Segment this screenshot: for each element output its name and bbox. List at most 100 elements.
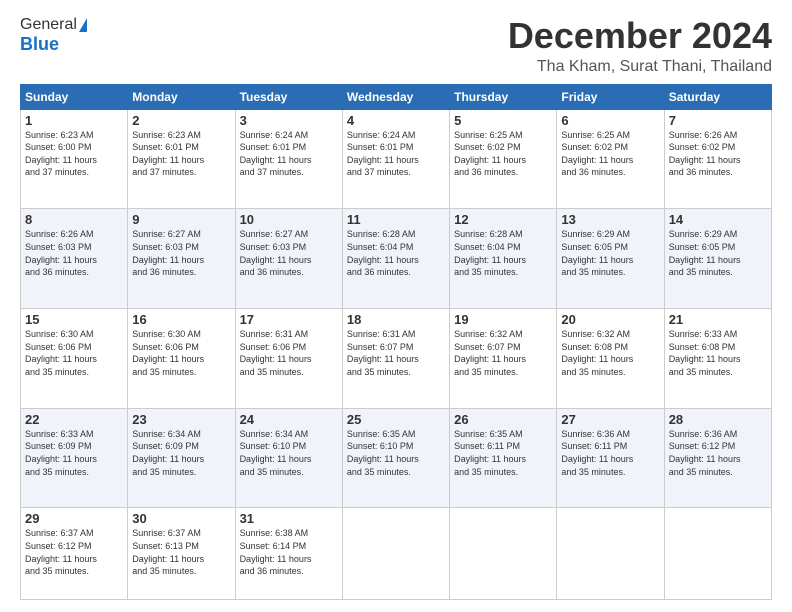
calendar-cell: 16Sunrise: 6:30 AM Sunset: 6:06 PM Dayli…: [128, 309, 235, 409]
calendar-cell: 31Sunrise: 6:38 AM Sunset: 6:14 PM Dayli…: [235, 508, 342, 600]
day-number: 14: [669, 212, 767, 227]
day-info: Sunrise: 6:34 AM Sunset: 6:09 PM Dayligh…: [132, 428, 230, 478]
day-info: Sunrise: 6:37 AM Sunset: 6:13 PM Dayligh…: [132, 527, 230, 577]
day-number: 9: [132, 212, 230, 227]
logo-blue-text: Blue: [20, 34, 59, 55]
day-info: Sunrise: 6:33 AM Sunset: 6:09 PM Dayligh…: [25, 428, 123, 478]
day-info: Sunrise: 6:23 AM Sunset: 6:00 PM Dayligh…: [25, 129, 123, 179]
day-number: 5: [454, 113, 552, 128]
day-info: Sunrise: 6:37 AM Sunset: 6:12 PM Dayligh…: [25, 527, 123, 577]
day-info: Sunrise: 6:26 AM Sunset: 6:02 PM Dayligh…: [669, 129, 767, 179]
calendar-cell: 26Sunrise: 6:35 AM Sunset: 6:11 PM Dayli…: [450, 408, 557, 508]
calendar-cell: 30Sunrise: 6:37 AM Sunset: 6:13 PM Dayli…: [128, 508, 235, 600]
day-info: Sunrise: 6:25 AM Sunset: 6:02 PM Dayligh…: [561, 129, 659, 179]
calendar-header-sunday: Sunday: [21, 84, 128, 109]
day-info: Sunrise: 6:34 AM Sunset: 6:10 PM Dayligh…: [240, 428, 338, 478]
day-number: 16: [132, 312, 230, 327]
day-number: 25: [347, 412, 445, 427]
calendar-header-wednesday: Wednesday: [342, 84, 449, 109]
day-number: 30: [132, 511, 230, 526]
day-number: 6: [561, 113, 659, 128]
calendar-cell: 11Sunrise: 6:28 AM Sunset: 6:04 PM Dayli…: [342, 209, 449, 309]
calendar-cell: 6Sunrise: 6:25 AM Sunset: 6:02 PM Daylig…: [557, 109, 664, 209]
day-number: 15: [25, 312, 123, 327]
calendar-cell: 23Sunrise: 6:34 AM Sunset: 6:09 PM Dayli…: [128, 408, 235, 508]
day-number: 7: [669, 113, 767, 128]
calendar-cell: 14Sunrise: 6:29 AM Sunset: 6:05 PM Dayli…: [664, 209, 771, 309]
day-info: Sunrise: 6:24 AM Sunset: 6:01 PM Dayligh…: [240, 129, 338, 179]
day-number: 24: [240, 412, 338, 427]
day-info: Sunrise: 6:29 AM Sunset: 6:05 PM Dayligh…: [669, 228, 767, 278]
calendar-header-friday: Friday: [557, 84, 664, 109]
calendar-cell: 17Sunrise: 6:31 AM Sunset: 6:06 PM Dayli…: [235, 309, 342, 409]
calendar-cell: 19Sunrise: 6:32 AM Sunset: 6:07 PM Dayli…: [450, 309, 557, 409]
calendar-cell: 7Sunrise: 6:26 AM Sunset: 6:02 PM Daylig…: [664, 109, 771, 209]
day-number: 20: [561, 312, 659, 327]
day-info: Sunrise: 6:33 AM Sunset: 6:08 PM Dayligh…: [669, 328, 767, 378]
calendar-header-thursday: Thursday: [450, 84, 557, 109]
day-info: Sunrise: 6:29 AM Sunset: 6:05 PM Dayligh…: [561, 228, 659, 278]
day-info: Sunrise: 6:28 AM Sunset: 6:04 PM Dayligh…: [454, 228, 552, 278]
calendar-cell: 22Sunrise: 6:33 AM Sunset: 6:09 PM Dayli…: [21, 408, 128, 508]
calendar-cell: [342, 508, 449, 600]
header: General Blue December 2024 Tha Kham, Sur…: [20, 16, 772, 76]
day-number: 3: [240, 113, 338, 128]
day-info: Sunrise: 6:31 AM Sunset: 6:06 PM Dayligh…: [240, 328, 338, 378]
calendar-header-monday: Monday: [128, 84, 235, 109]
day-info: Sunrise: 6:24 AM Sunset: 6:01 PM Dayligh…: [347, 129, 445, 179]
location-title: Tha Kham, Surat Thani, Thailand: [508, 58, 772, 76]
calendar-cell: 8Sunrise: 6:26 AM Sunset: 6:03 PM Daylig…: [21, 209, 128, 309]
day-number: 27: [561, 412, 659, 427]
day-number: 26: [454, 412, 552, 427]
day-info: Sunrise: 6:35 AM Sunset: 6:10 PM Dayligh…: [347, 428, 445, 478]
day-number: 8: [25, 212, 123, 227]
day-info: Sunrise: 6:38 AM Sunset: 6:14 PM Dayligh…: [240, 527, 338, 577]
day-info: Sunrise: 6:23 AM Sunset: 6:01 PM Dayligh…: [132, 129, 230, 179]
calendar-cell: 2Sunrise: 6:23 AM Sunset: 6:01 PM Daylig…: [128, 109, 235, 209]
title-block: December 2024 Tha Kham, Surat Thani, Tha…: [508, 16, 772, 76]
day-info: Sunrise: 6:32 AM Sunset: 6:07 PM Dayligh…: [454, 328, 552, 378]
day-info: Sunrise: 6:28 AM Sunset: 6:04 PM Dayligh…: [347, 228, 445, 278]
day-info: Sunrise: 6:30 AM Sunset: 6:06 PM Dayligh…: [132, 328, 230, 378]
logo-triangle-icon: [79, 18, 87, 32]
logo: General Blue: [20, 16, 87, 55]
day-info: Sunrise: 6:30 AM Sunset: 6:06 PM Dayligh…: [25, 328, 123, 378]
calendar-cell: [450, 508, 557, 600]
calendar-header-row: SundayMondayTuesdayWednesdayThursdayFrid…: [21, 84, 772, 109]
day-number: 28: [669, 412, 767, 427]
calendar-cell: [557, 508, 664, 600]
calendar-cell: 15Sunrise: 6:30 AM Sunset: 6:06 PM Dayli…: [21, 309, 128, 409]
calendar-cell: 9Sunrise: 6:27 AM Sunset: 6:03 PM Daylig…: [128, 209, 235, 309]
day-number: 21: [669, 312, 767, 327]
calendar-cell: 21Sunrise: 6:33 AM Sunset: 6:08 PM Dayli…: [664, 309, 771, 409]
calendar-cell: 4Sunrise: 6:24 AM Sunset: 6:01 PM Daylig…: [342, 109, 449, 209]
calendar-cell: 27Sunrise: 6:36 AM Sunset: 6:11 PM Dayli…: [557, 408, 664, 508]
day-number: 4: [347, 113, 445, 128]
calendar-cell: 10Sunrise: 6:27 AM Sunset: 6:03 PM Dayli…: [235, 209, 342, 309]
day-info: Sunrise: 6:36 AM Sunset: 6:11 PM Dayligh…: [561, 428, 659, 478]
day-number: 19: [454, 312, 552, 327]
day-number: 31: [240, 511, 338, 526]
day-number: 29: [25, 511, 123, 526]
page: General Blue December 2024 Tha Kham, Sur…: [0, 0, 792, 612]
calendar-header-saturday: Saturday: [664, 84, 771, 109]
calendar-cell: 3Sunrise: 6:24 AM Sunset: 6:01 PM Daylig…: [235, 109, 342, 209]
calendar-cell: 28Sunrise: 6:36 AM Sunset: 6:12 PM Dayli…: [664, 408, 771, 508]
day-number: 22: [25, 412, 123, 427]
calendar-week-row: 1Sunrise: 6:23 AM Sunset: 6:00 PM Daylig…: [21, 109, 772, 209]
day-number: 10: [240, 212, 338, 227]
day-number: 11: [347, 212, 445, 227]
calendar-cell: 29Sunrise: 6:37 AM Sunset: 6:12 PM Dayli…: [21, 508, 128, 600]
day-info: Sunrise: 6:26 AM Sunset: 6:03 PM Dayligh…: [25, 228, 123, 278]
calendar-week-row: 8Sunrise: 6:26 AM Sunset: 6:03 PM Daylig…: [21, 209, 772, 309]
day-number: 2: [132, 113, 230, 128]
day-info: Sunrise: 6:27 AM Sunset: 6:03 PM Dayligh…: [240, 228, 338, 278]
calendar-cell: 20Sunrise: 6:32 AM Sunset: 6:08 PM Dayli…: [557, 309, 664, 409]
calendar-week-row: 22Sunrise: 6:33 AM Sunset: 6:09 PM Dayli…: [21, 408, 772, 508]
calendar-header-tuesday: Tuesday: [235, 84, 342, 109]
day-number: 17: [240, 312, 338, 327]
day-number: 13: [561, 212, 659, 227]
day-number: 12: [454, 212, 552, 227]
logo-general-text: General: [20, 16, 77, 34]
day-number: 18: [347, 312, 445, 327]
